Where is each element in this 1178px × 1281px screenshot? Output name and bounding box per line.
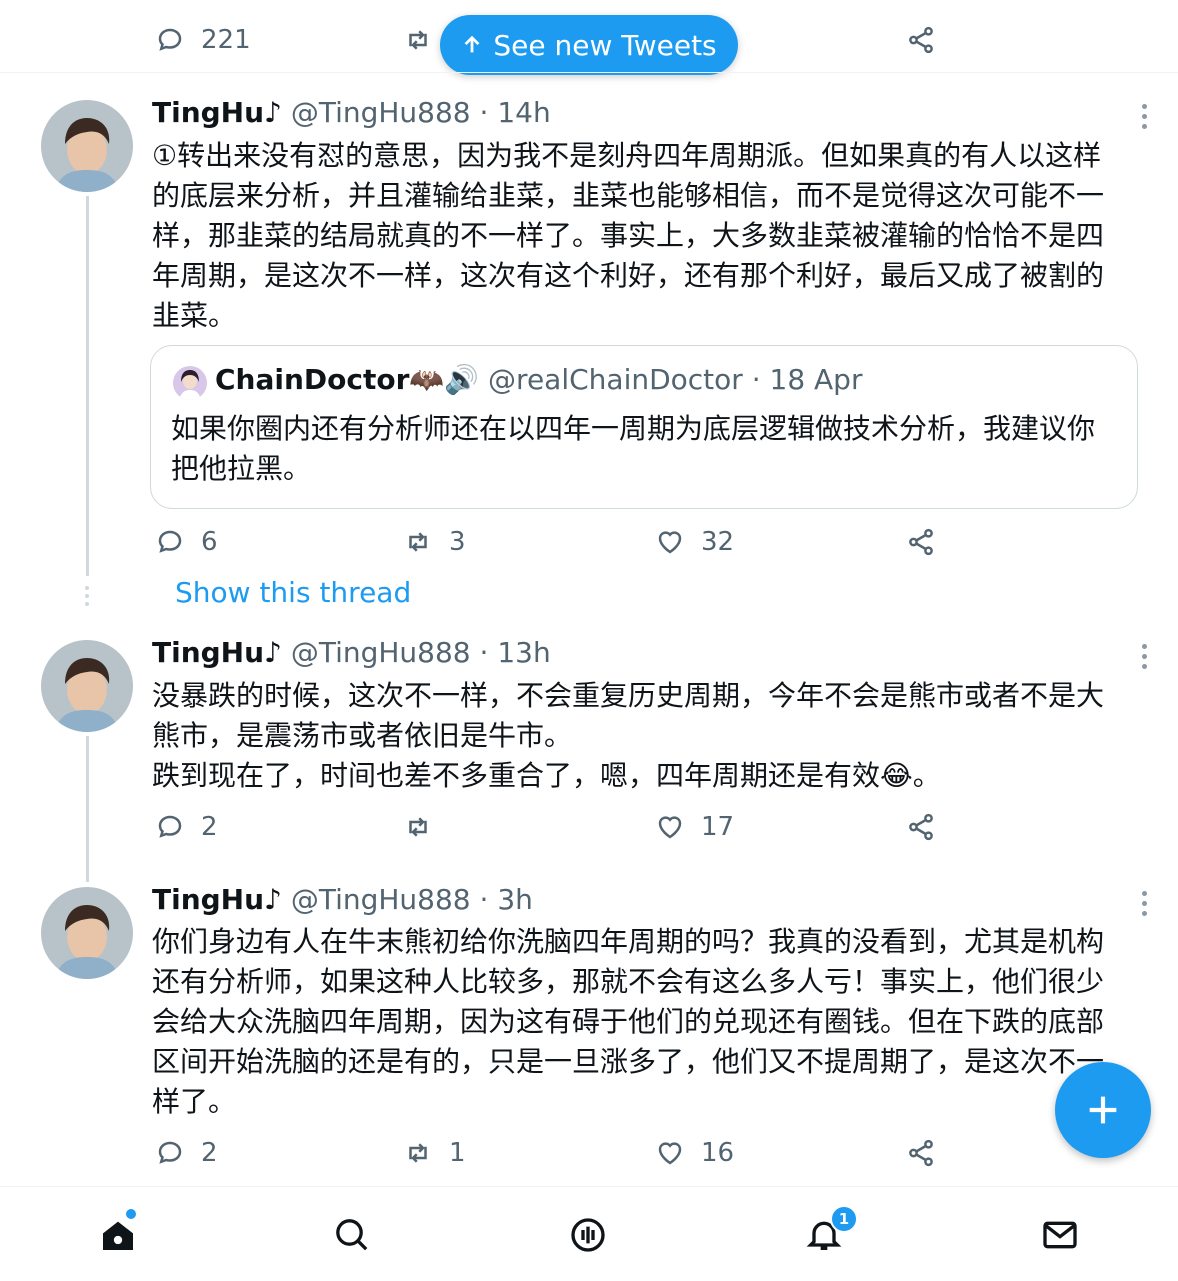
tweet-text-line: 跌到现在了，时间也差不多重合了，嗯，四年周期还是有效😂。 [152,759,941,792]
quoted-text: 如果你圈内还有分析师还在以四年一周期为底层逻辑做技术分析，我建议你把他拉黑。 [171,412,1096,485]
reply-button[interactable]: 2 [155,807,218,847]
display-name-suffix: ♪ [264,96,282,129]
nav-notifications[interactable]: 1 [794,1205,858,1265]
reply-button[interactable]: 2 [155,1133,218,1173]
plus-icon [1089,1096,1117,1124]
tweet-actions: 2 1 16 [0,1133,1178,1173]
avatar[interactable] [41,640,133,732]
spaces-icon [571,1218,605,1252]
nav-search[interactable] [322,1205,382,1265]
display-name-suffix: ♪ [264,883,282,916]
arrow-up-icon [464,35,480,53]
like-count: 32 [701,527,735,557]
tweet-header: TingHu♪ @TingHu888 · 3h [152,883,533,916]
reply-count: 2 [201,812,218,842]
tweet-time[interactable]: 3h [497,883,533,916]
search-icon [336,1219,368,1251]
reply-icon [158,1141,182,1164]
reply-button[interactable]: 6 [155,522,218,562]
quoted-display-name: ChainDoctor🦇🔊 [215,363,480,396]
display-name[interactable]: TingHu [152,636,264,669]
tweet-text: 没暴跌的时候，这次不一样，不会重复历史周期，今年不会是熊市或者不是大熊市，是震荡… [152,676,1127,796]
heart-icon [658,1142,682,1165]
share-icon [909,813,933,841]
bottom-nav: 1 [0,1186,1178,1281]
share-button[interactable] [906,1133,936,1173]
see-new-tweets-button[interactable]: See new Tweets [440,15,738,75]
thread-line [86,196,89,576]
see-new-tweets-label: See new Tweets [493,28,717,62]
retweet-button[interactable] [403,807,433,847]
user-handle[interactable]: @TingHu888 [291,883,471,916]
reply-icon [158,815,182,838]
more-options-icon[interactable] [1134,104,1154,134]
user-handle[interactable]: @TingHu888 [291,636,471,669]
retweet-icon [409,1143,427,1163]
like-count: 16 [701,1138,735,1168]
tweet-text: 你们身边有人在牛末熊初给你洗脑四年周期的吗？我真的没看到，尤其是机构还有分析师，… [152,925,1105,1118]
display-name-suffix: ♪ [264,636,282,669]
like-count: 17 [701,812,735,842]
share-icon [909,528,933,556]
retweet-button[interactable]: 3 [403,522,466,562]
like-button[interactable]: 32 [655,522,734,562]
reply-icon [158,530,182,553]
reply-count: 2 [201,1138,218,1168]
tweet-time[interactable]: 13h [497,636,550,669]
reply-count: 221 [201,25,251,55]
tweet-header: TingHu♪ @TingHu888 · 14h [152,96,551,129]
nav-spaces[interactable] [558,1205,618,1265]
more-options-icon[interactable] [1134,891,1154,921]
display-name[interactable]: TingHu [152,883,264,916]
compose-tweet-button[interactable] [1055,1062,1151,1158]
retweet-count: 1 [449,1138,466,1168]
heart-icon [658,816,682,839]
retweet-icon [409,532,427,552]
home-unread-dot [126,1209,136,1219]
share-button[interactable] [906,20,936,60]
messages-icon [1043,1221,1077,1249]
heart-icon [658,531,682,554]
notification-badge: 1 [830,1205,858,1233]
more-options-icon[interactable] [1134,644,1154,674]
share-icon [909,26,933,54]
reply-count: 6 [201,527,218,557]
retweet-icon [409,817,427,837]
divider [0,72,1178,73]
tweet-time[interactable]: 14h [497,96,550,129]
quoted-header: ChainDoctor🦇🔊 @realChainDoctor · 18 Apr [215,363,863,396]
quoted-handle: @realChainDoctor [488,363,743,396]
avatar[interactable] [41,887,133,979]
retweet-icon [409,30,427,50]
thread-gap-dots [85,586,90,606]
reply-button[interactable]: 221 [155,20,251,60]
share-button[interactable] [906,522,936,562]
quoted-tweet[interactable]: ChainDoctor🦇🔊 @realChainDoctor · 18 Apr … [150,345,1138,509]
retweet-button[interactable] [403,20,433,60]
home-icon [103,1221,133,1250]
share-button[interactable] [906,807,936,847]
show-thread-link[interactable]: Show this thread [175,576,411,609]
nav-messages[interactable] [1030,1205,1090,1265]
tweet-header: TingHu♪ @TingHu888 · 13h [152,636,551,669]
tweet-actions: 2 17 [0,807,1178,847]
nav-home[interactable] [88,1205,148,1265]
quoted-avatar [173,366,207,400]
like-button[interactable]: 16 [655,1133,734,1173]
avatar[interactable] [41,100,133,192]
tweet-text: ①转出来没有怼的意思，因为我不是刻舟四年周期派。但如果真的有人以这样的底层来分析… [152,139,1105,332]
user-handle[interactable]: @TingHu888 [291,96,471,129]
share-icon [909,1139,933,1167]
reply-icon [158,28,182,51]
retweet-button[interactable]: 1 [403,1133,466,1173]
tweet-actions: 6 3 32 [0,522,1178,562]
like-button[interactable]: 17 [655,807,734,847]
display-name[interactable]: TingHu [152,96,264,129]
retweet-count: 3 [449,527,466,557]
tweet-text-line: 没暴跌的时候，这次不一样，不会重复历史周期，今年不会是熊市或者不是大熊市，是震荡… [152,679,1105,752]
quoted-date: 18 Apr [769,363,863,396]
